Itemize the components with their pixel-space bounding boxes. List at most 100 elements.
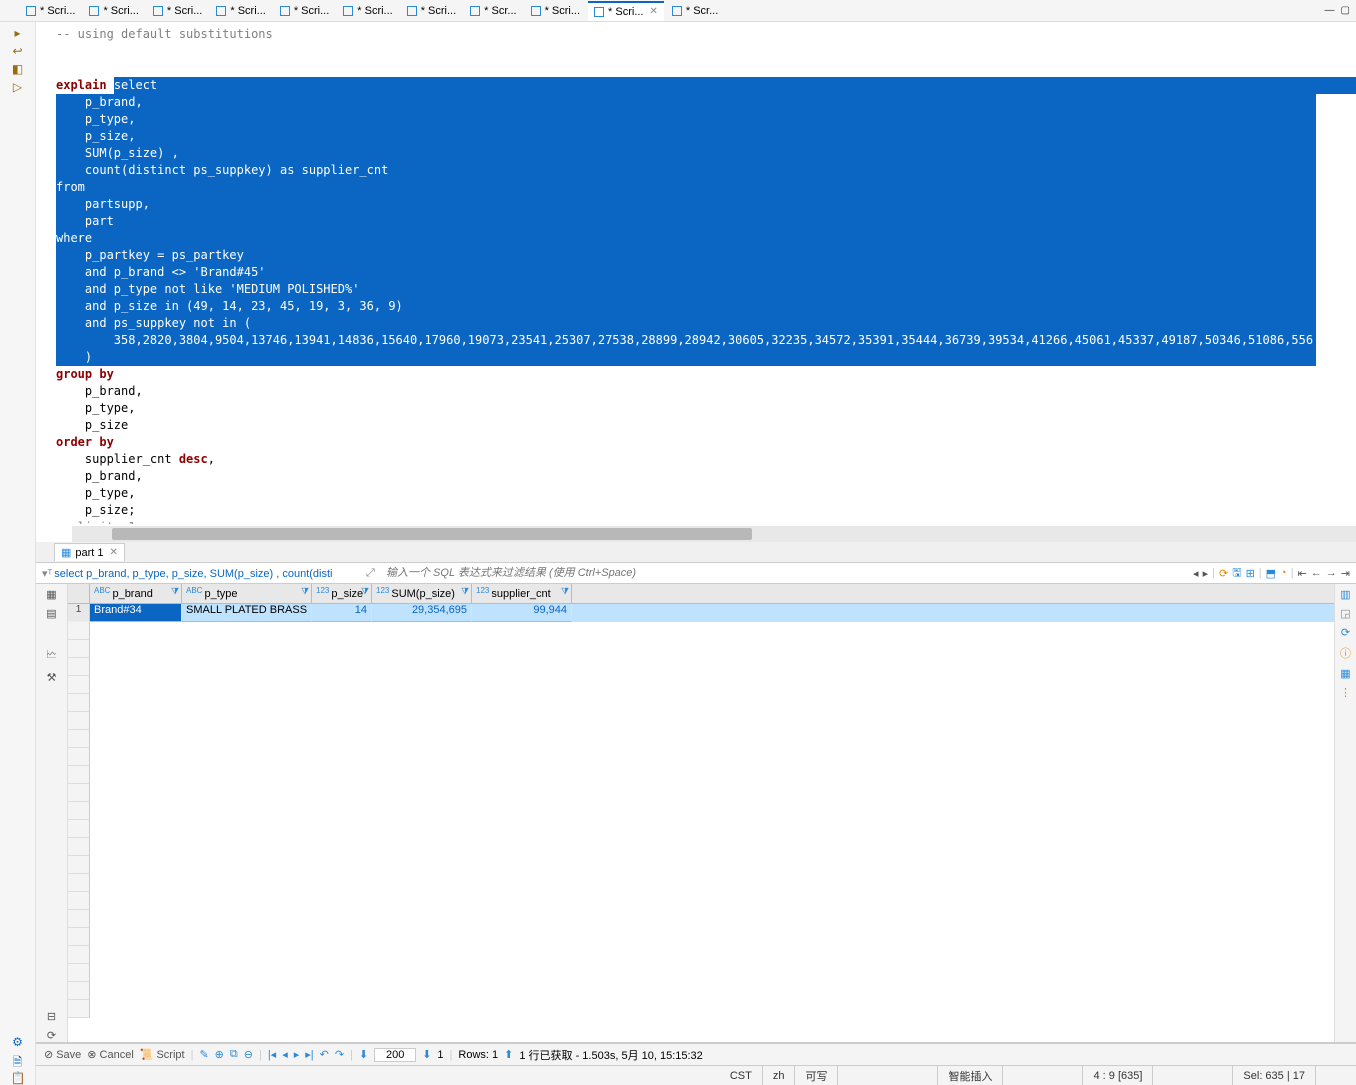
tool-icon-1[interactable]: ⚒ xyxy=(47,671,57,684)
cancel-button[interactable]: ⊗ Cancel xyxy=(87,1048,133,1061)
column-header-supplier-cnt[interactable]: 123supplier_cnt⧩ xyxy=(472,584,572,603)
first-page-icon[interactable]: |◂ xyxy=(268,1048,276,1061)
nav-right-icon[interactable]: ▸ xyxy=(1203,567,1209,580)
maximize-icon[interactable]: ▢ xyxy=(1341,5,1350,16)
table-row[interactable]: 1Brand#34SMALL PLATED BRASS1429,354,6959… xyxy=(68,604,1334,622)
empty-row xyxy=(68,712,1334,730)
dots-icon[interactable]: ⋮ xyxy=(1340,686,1351,699)
redo-icon[interactable]: ↷ xyxy=(335,1048,344,1061)
result-tab-part-1[interactable]: ▦ part 1 ✕ xyxy=(54,543,125,561)
close-icon[interactable]: ✕ xyxy=(649,6,657,17)
datatype-icon: ABC xyxy=(186,586,202,595)
kw-order-by: order by xyxy=(56,435,114,449)
calendar-icon[interactable]: ▦ xyxy=(1340,667,1350,680)
cell-p_brand[interactable]: Brand#34 xyxy=(90,604,182,622)
undo-icon[interactable]: ↶ xyxy=(320,1048,329,1061)
cell-p_size[interactable]: 14 xyxy=(312,604,372,622)
result-filter-input[interactable] xyxy=(382,563,1187,583)
next-page-icon[interactable]: ▸ xyxy=(294,1048,300,1061)
export-icon[interactable]: ⬒ xyxy=(1266,567,1276,580)
column-header-sum-p-size-[interactable]: 123SUM(p_size)⧩ xyxy=(372,584,472,603)
panels-icon[interactable]: ▥ xyxy=(1340,588,1350,601)
filter-icon[interactable]: ⧩ xyxy=(301,586,309,597)
filter-icon[interactable]: ⧩ xyxy=(461,586,469,597)
sql-file-icon xyxy=(407,6,417,16)
delete-row-icon[interactable]: ⊖ xyxy=(244,1048,253,1061)
editor-tab-7[interactable]: * Scr... xyxy=(464,1,522,21)
column-label: supplier_cnt xyxy=(491,588,550,600)
editor-scroll-thumb[interactable] xyxy=(112,528,752,540)
nav-left-icon[interactable]: ◂ xyxy=(1193,567,1199,580)
script-button[interactable]: 📜 Script xyxy=(140,1048,185,1061)
editor-tab-10[interactable]: * Scr... xyxy=(666,1,724,21)
tab-label: * Scri... xyxy=(103,5,138,17)
editor-tab-3[interactable]: * Scri... xyxy=(210,1,271,21)
kw-explain: explain xyxy=(56,78,107,92)
text-view-icon[interactable]: ▤ xyxy=(46,607,56,620)
fetch-next-icon[interactable]: ⬇ xyxy=(422,1048,431,1061)
execute-icon[interactable]: ▷ xyxy=(11,80,25,94)
next-icon[interactable]: → xyxy=(1326,567,1337,579)
save-button[interactable]: ⊘ Save xyxy=(44,1048,81,1061)
editor-tab-5[interactable]: * Scri... xyxy=(337,1,398,21)
status-empty-3 xyxy=(1153,1066,1233,1085)
status-lang: zh xyxy=(763,1066,796,1085)
first-icon[interactable]: ⇤ xyxy=(1298,567,1307,580)
filter-icon[interactable]: ⧩ xyxy=(361,586,369,597)
refresh-icon[interactable]: ⟳ xyxy=(1219,567,1228,580)
word-wrap-icon[interactable]: ↩ xyxy=(11,44,25,58)
column-label: SUM(p_size) xyxy=(391,588,455,600)
settings-gear-icon[interactable]: ⚙ xyxy=(11,1035,25,1049)
editor-tab-4[interactable]: * Scri... xyxy=(274,1,335,21)
editor-tab-9[interactable]: * Scri...✕ xyxy=(588,1,664,21)
fetch-icon[interactable]: ⬇ xyxy=(359,1048,368,1061)
config-icon[interactable]: ⊞ xyxy=(1246,567,1255,580)
last-page-icon[interactable]: ▸| xyxy=(305,1048,313,1061)
toggle-outline-icon[interactable]: ▸ xyxy=(11,26,25,40)
column-header-p-size[interactable]: 123p_size⧩ xyxy=(312,584,372,603)
prev-page-icon[interactable]: ◂ xyxy=(282,1048,288,1061)
editor-tab-8[interactable]: * Scri... xyxy=(525,1,586,21)
tab-label: * Scri... xyxy=(357,5,392,17)
page-size-input[interactable] xyxy=(374,1048,416,1062)
collapse-icon[interactable]: ⊟ xyxy=(47,1010,56,1023)
refresh-icon-r[interactable]: ⟳ xyxy=(1341,626,1350,639)
editor-horizontal-scrollbar[interactable] xyxy=(72,526,1356,542)
cell-cnt[interactable]: 99,944 xyxy=(472,604,572,622)
editor-tab-6[interactable]: * Scri... xyxy=(401,1,462,21)
info-icon[interactable]: ⓘ xyxy=(1340,645,1351,661)
tab-label: * Scri... xyxy=(230,5,265,17)
editor-tab-2[interactable]: * Scri... xyxy=(147,1,208,21)
grid-body[interactable]: 1Brand#34SMALL PLATED BRASS1429,354,6959… xyxy=(68,604,1334,1042)
highlight-icon[interactable]: ◧ xyxy=(11,62,25,76)
column-header-p-type[interactable]: ABCp_type⧩ xyxy=(182,584,312,603)
value-view-icon[interactable]: ◲ xyxy=(1340,607,1350,620)
record-view-icon[interactable]: 🗠 xyxy=(46,646,57,665)
editor-tab-0[interactable]: * Scri... xyxy=(20,1,81,21)
cell-p_type[interactable]: SMALL PLATED BRASS xyxy=(182,604,312,622)
filter-icon[interactable]: ⧩ xyxy=(561,586,569,597)
filter-icon[interactable]: ⧩ xyxy=(171,586,179,597)
last-icon[interactable]: ⇥ xyxy=(1341,567,1350,580)
close-icon[interactable]: ✕ xyxy=(110,547,118,558)
tab-label: * Scr... xyxy=(686,5,718,17)
chart-icon[interactable]: ◔ xyxy=(1280,567,1287,579)
prev-icon[interactable]: ← xyxy=(1311,567,1322,579)
grid-left-toolbar: ▦ ▤ 🗠 ⚒ ⊟ ⟳ xyxy=(36,584,68,1042)
refresh-grid-icon[interactable]: ⟳ xyxy=(47,1029,56,1042)
cell-sum[interactable]: 29,354,695 xyxy=(372,604,472,622)
file-icon[interactable]: 🗎 xyxy=(11,1053,25,1067)
edit-row-icon[interactable]: ✎ xyxy=(199,1048,208,1061)
paste-icon[interactable]: 📋 xyxy=(11,1071,25,1085)
grid-view-icon[interactable]: ▦ xyxy=(46,588,56,601)
column-header-p-brand[interactable]: ABCp_brand⧩ xyxy=(90,584,182,603)
sql-editor[interactable]: -- using default substitutions explain s… xyxy=(36,22,1356,524)
result-filter-bar: ▾ᵀselect p_brand, p_type, p_size, SUM(p_… xyxy=(36,562,1356,584)
minimize-icon[interactable]: — xyxy=(1325,5,1335,16)
expand-icon[interactable]: ⤢ xyxy=(366,567,382,580)
add-row-icon[interactable]: ⊕ xyxy=(215,1048,224,1061)
save-filter-icon[interactable]: 🖫 xyxy=(1232,564,1241,583)
duplicate-row-icon[interactable]: ⧉ xyxy=(230,1048,238,1061)
editor-tab-1[interactable]: * Scri... xyxy=(83,1,144,21)
rows-count-label: Rows: 1 xyxy=(458,1049,498,1061)
